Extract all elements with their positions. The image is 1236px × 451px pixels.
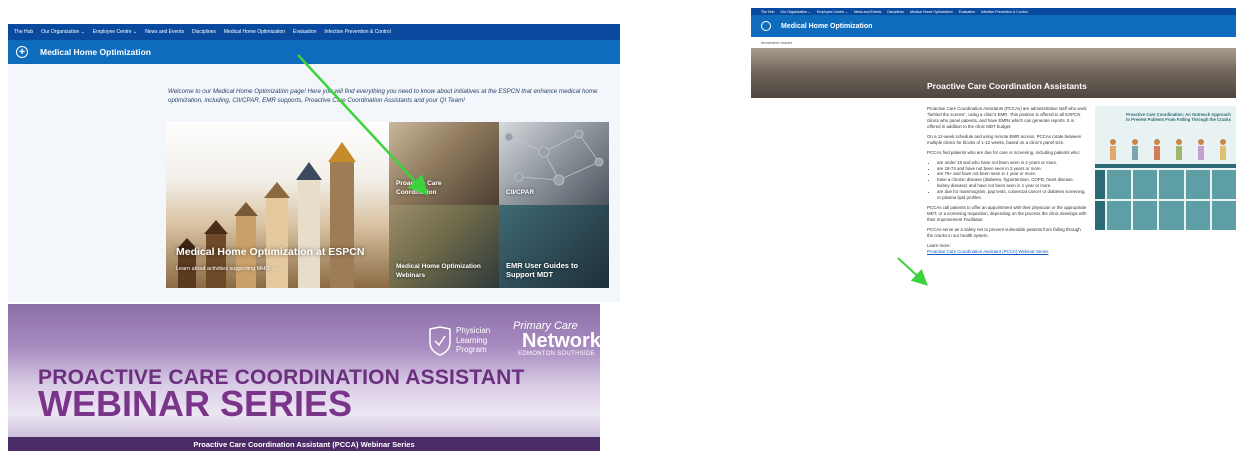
infographic-grid: [1095, 170, 1236, 230]
pcn-logo-sub: EDMONTON SOUTHSIDE: [518, 351, 595, 357]
site-logo-icon[interactable]: ✚: [16, 46, 28, 58]
pcca-page-screenshot: The Hub Our Organization ⌄ Employee Cent…: [751, 8, 1236, 298]
nav-item[interactable]: Our Organization ⌄: [780, 10, 811, 14]
tile-label: CII/CPAR: [506, 188, 535, 196]
tile-emr-guides[interactable]: EMR User Guides to Support MDT: [499, 205, 609, 288]
site-title[interactable]: Medical Home Optimization: [40, 47, 151, 57]
nav-item[interactable]: The Hub: [761, 10, 774, 14]
top-nav: The Hub Our Organization ⌄ Employee Cent…: [8, 24, 620, 40]
webinar-banner: Physician Learning Program Primary Care …: [8, 304, 600, 451]
banner-title-line2: WEBINAR SERIES: [38, 383, 353, 424]
nav-item[interactable]: Disciplines: [192, 29, 216, 35]
site-title[interactable]: Medical Home Optimization: [781, 23, 872, 30]
nav-item[interactable]: Our Organization ⌄: [41, 29, 85, 35]
immersive-reader-button[interactable]: Immersive reader: [751, 37, 1236, 48]
nav-item[interactable]: Evaluation: [959, 10, 975, 14]
hero-tile[interactable]: Medical Home Optimization at ESPCN Learn…: [166, 122, 389, 288]
nav-item[interactable]: Medical Home Optimization: [224, 29, 285, 35]
tile-label: Proactive Care Coordination: [396, 180, 442, 196]
pcn-logo-main: Network: [522, 330, 600, 352]
site-header: Medical Home Optimization: [751, 15, 1236, 37]
banner-caption-bar: Proactive Care Coordination Assistant (P…: [8, 437, 600, 451]
nav-item[interactable]: Employee Centre ⌄: [93, 29, 137, 35]
people-icon: [1110, 139, 1226, 160]
mho-page-screenshot: The Hub Our Organization ⌄ Employee Cent…: [8, 24, 620, 302]
nav-item[interactable]: Disciplines: [887, 10, 904, 14]
page-title: Proactive Care Coordination Assistants: [927, 81, 1087, 91]
hero-title: Medical Home Optimization at ESPCN: [176, 246, 365, 258]
nav-item[interactable]: Infection Prevention & Control: [324, 29, 390, 35]
paragraph: PCCAs find patients who are due for care…: [927, 149, 1081, 155]
nav-item[interactable]: Evaluation: [293, 29, 316, 35]
infographic-title: Proactive Care Coordination: An Outreach…: [1126, 112, 1231, 123]
tile-cii-cpar[interactable]: CII/CPAR: [499, 122, 609, 205]
tile-proactive-care[interactable]: Proactive Care Coordination: [389, 122, 499, 205]
banner-caption: Proactive Care Coordination Assistant (P…: [193, 439, 415, 449]
paragraph: PCCAs serve as a safety net to prevent v…: [927, 226, 1081, 238]
houses-bars-icon: [176, 142, 356, 288]
hero-link[interactable]: Learn about activities supporting MHO →: [176, 266, 277, 272]
page-body: Proactive Care Coordination Assistants (…: [927, 106, 1087, 255]
site-header: ✚ Medical Home Optimization: [8, 40, 620, 64]
paragraph: PCCAs call patients to offer an appointm…: [927, 205, 1087, 222]
welcome-text: Welcome to our Medical Home Optimization…: [168, 88, 598, 104]
list-item: are due for mammogram, pap tests, colore…: [937, 189, 1087, 201]
nav-item[interactable]: Employee Centre ⌄: [817, 10, 848, 14]
nav-item[interactable]: News and Events: [145, 29, 184, 35]
top-nav: The Hub Our Organization ⌄ Employee Cent…: [751, 8, 1236, 15]
nav-item[interactable]: Medical Home Optimization: [910, 10, 953, 14]
infographic: Proactive Care Coordination: An Outreach…: [1095, 106, 1236, 230]
physician-learning-shield-icon: [429, 326, 451, 356]
pcca-webinar-link[interactable]: Proactive Care Coordination Assistant (P…: [927, 249, 1087, 255]
paragraph: Proactive Care Coordination Assistants (…: [927, 106, 1087, 129]
tile-label: Medical Home Optimization Webinars: [396, 263, 481, 279]
list-item: have a chronic disease (diabetes, hypert…: [937, 177, 1087, 189]
infographic-header-row: [1095, 164, 1236, 168]
nav-item[interactable]: The Hub: [14, 29, 33, 35]
nav-item[interactable]: News and Events: [854, 10, 881, 14]
site-logo-icon[interactable]: [761, 21, 771, 31]
tile-mho-webinars[interactable]: Medical Home Optimization Webinars: [389, 205, 499, 288]
criteria-list: are under 18 and who have not been seen …: [937, 160, 1087, 202]
tile-label: EMR User Guides to Support MDT: [506, 260, 579, 280]
nav-item[interactable]: Infection Prevention & Control: [981, 10, 1028, 14]
paragraph: On a 12-week schedule and using remote E…: [927, 133, 1082, 145]
plp-logo-text: Physician Learning Program: [456, 326, 491, 355]
